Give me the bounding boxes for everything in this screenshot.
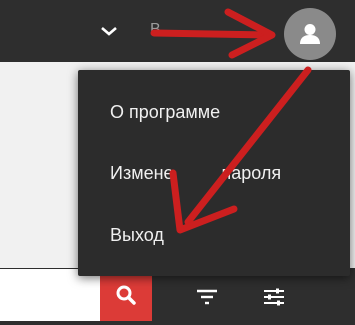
user-dropdown-menu: О программе Измене пароля Выход (78, 70, 350, 276)
filter-icon (197, 289, 217, 305)
menu-item-label-visible: Измене (110, 163, 174, 183)
filter-button[interactable] (186, 280, 228, 314)
menu-item-change-password[interactable]: Измене пароля (110, 163, 281, 184)
menu-item-logout[interactable]: Выход (110, 225, 164, 246)
sliders-icon (264, 288, 284, 306)
chevron-down-icon[interactable] (98, 20, 120, 42)
menu-item-label-tail: пароля (221, 163, 282, 183)
sliders-button[interactable] (253, 280, 295, 314)
user-avatar-button[interactable] (284, 8, 336, 60)
nav-label: В (150, 21, 162, 38)
top-navbar: В (0, 0, 355, 62)
user-icon (300, 24, 320, 44)
menu-item-about[interactable]: О программе (110, 102, 220, 123)
search-icon (116, 285, 136, 305)
search-input[interactable] (0, 269, 102, 321)
search-button[interactable] (100, 269, 152, 321)
